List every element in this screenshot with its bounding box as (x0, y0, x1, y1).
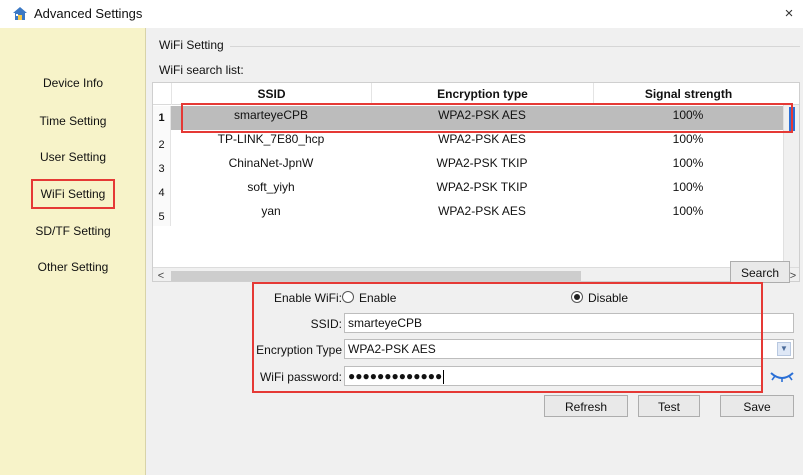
table-row[interactable]: 2 TP-LINK_7E80_hcp WPA2-PSK AES 100% (153, 130, 799, 154)
row-number: 4 (153, 178, 171, 202)
vertical-scrollbar[interactable] (783, 105, 799, 267)
column-header-signal[interactable]: Signal strength (593, 83, 783, 105)
sidebar-item-wifi-setting[interactable]: WiFi Setting (0, 179, 146, 209)
search-button[interactable]: Search (730, 261, 790, 283)
row-number: 5 (153, 202, 171, 226)
group-divider (230, 46, 800, 47)
close-button[interactable]: × (781, 4, 797, 24)
save-button[interactable]: Save (720, 395, 794, 417)
scroll-left-button[interactable]: < (153, 268, 169, 281)
table-header: SSID Encryption type Signal strength (153, 83, 799, 105)
vertical-scroll-thumb[interactable] (789, 107, 795, 131)
row-number: 2 (153, 130, 171, 154)
enable-option-label: Enable (359, 291, 397, 305)
cell-signal: 100% (672, 108, 704, 122)
sidebar-item-device-info[interactable]: Device Info (0, 71, 146, 95)
row-number: 3 (153, 154, 171, 178)
cell-encryption: WPA2-PSK TKIP (436, 180, 528, 194)
sidebar-item-user-setting[interactable]: User Setting (0, 145, 146, 169)
main-panel: WiFi Setting WiFi search list: SSID Encr… (146, 28, 803, 475)
cell-ssid: TP-LINK_7E80_hcp (217, 132, 325, 146)
cell-ssid: yan (261, 204, 281, 218)
cell-ssid: soft_yiyh (247, 180, 295, 194)
cell-encryption: WPA2-PSK TKIP (436, 156, 528, 170)
group-title: WiFi Setting (159, 38, 224, 52)
title-bar: Advanced Settings × (0, 0, 803, 28)
horizontal-scrollbar[interactable]: < > (153, 267, 799, 281)
cell-ssid: ChinaNet-JpnW (228, 156, 314, 170)
refresh-button[interactable]: Refresh (544, 395, 628, 417)
row-number: 1 (153, 106, 171, 130)
window-title: Advanced Settings (34, 6, 143, 21)
encryption-type-value: WPA2-PSK AES (348, 342, 436, 356)
table-row[interactable]: 1 smarteyeCPB WPA2-PSK AES 100% (153, 106, 799, 130)
horizontal-scroll-thumb[interactable] (171, 271, 581, 281)
encryption-type-label: Encryption Type (256, 343, 342, 357)
cell-encryption: WPA2-PSK AES (438, 132, 526, 146)
disable-radio[interactable] (571, 291, 583, 303)
column-header-ssid[interactable]: SSID (171, 83, 371, 105)
column-header-encryption[interactable]: Encryption type (371, 83, 593, 105)
sidebar-item-time-setting[interactable]: Time Setting (0, 109, 146, 133)
enable-radio[interactable] (342, 291, 354, 303)
wifi-password-label: WiFi password: (259, 370, 342, 384)
text-caret (443, 369, 445, 384)
sidebar-item-sd-tf-setting[interactable]: SD/TF Setting (0, 219, 146, 243)
show-password-icon[interactable] (769, 369, 795, 383)
cell-encryption: WPA2-PSK AES (438, 204, 526, 218)
cell-ssid: smarteyeCPB (233, 108, 309, 122)
cell-signal: 100% (672, 156, 704, 170)
ssid-label: SSID: (310, 317, 342, 331)
table-row[interactable]: 5 yan WPA2-PSK AES 100% (153, 202, 799, 226)
disable-option-label: Disable (588, 291, 629, 305)
sidebar-item-other-setting[interactable]: Other Setting (0, 255, 146, 279)
ssid-input[interactable]: smarteyeCPB (344, 313, 794, 333)
chevron-down-icon[interactable]: ▼ (777, 342, 791, 356)
table-row[interactable]: 3 ChinaNet-JpnW WPA2-PSK TKIP 100% (153, 154, 799, 178)
search-list-label: WiFi search list: (159, 63, 244, 77)
cell-encryption: WPA2-PSK AES (438, 108, 526, 122)
cell-signal: 100% (672, 204, 704, 218)
enable-wifi-label: Enable WiFi: (273, 291, 342, 305)
password-masked-text: ●●●●●●●●●●●●● (348, 369, 443, 383)
cell-signal: 100% (672, 180, 704, 194)
sidebar: Device Info Time Setting User Setting Wi… (0, 28, 146, 475)
table-row[interactable]: 4 soft_yiyh WPA2-PSK TKIP 100% (153, 178, 799, 202)
wifi-table: SSID Encryption type Signal strength 1 s… (152, 82, 800, 282)
encryption-type-select[interactable]: WPA2-PSK AES ▼ (344, 339, 794, 359)
test-button[interactable]: Test (638, 395, 700, 417)
home-icon (13, 7, 27, 20)
wifi-password-input[interactable]: ●●●●●●●●●●●●● (344, 366, 762, 386)
cell-signal: 100% (672, 132, 704, 146)
